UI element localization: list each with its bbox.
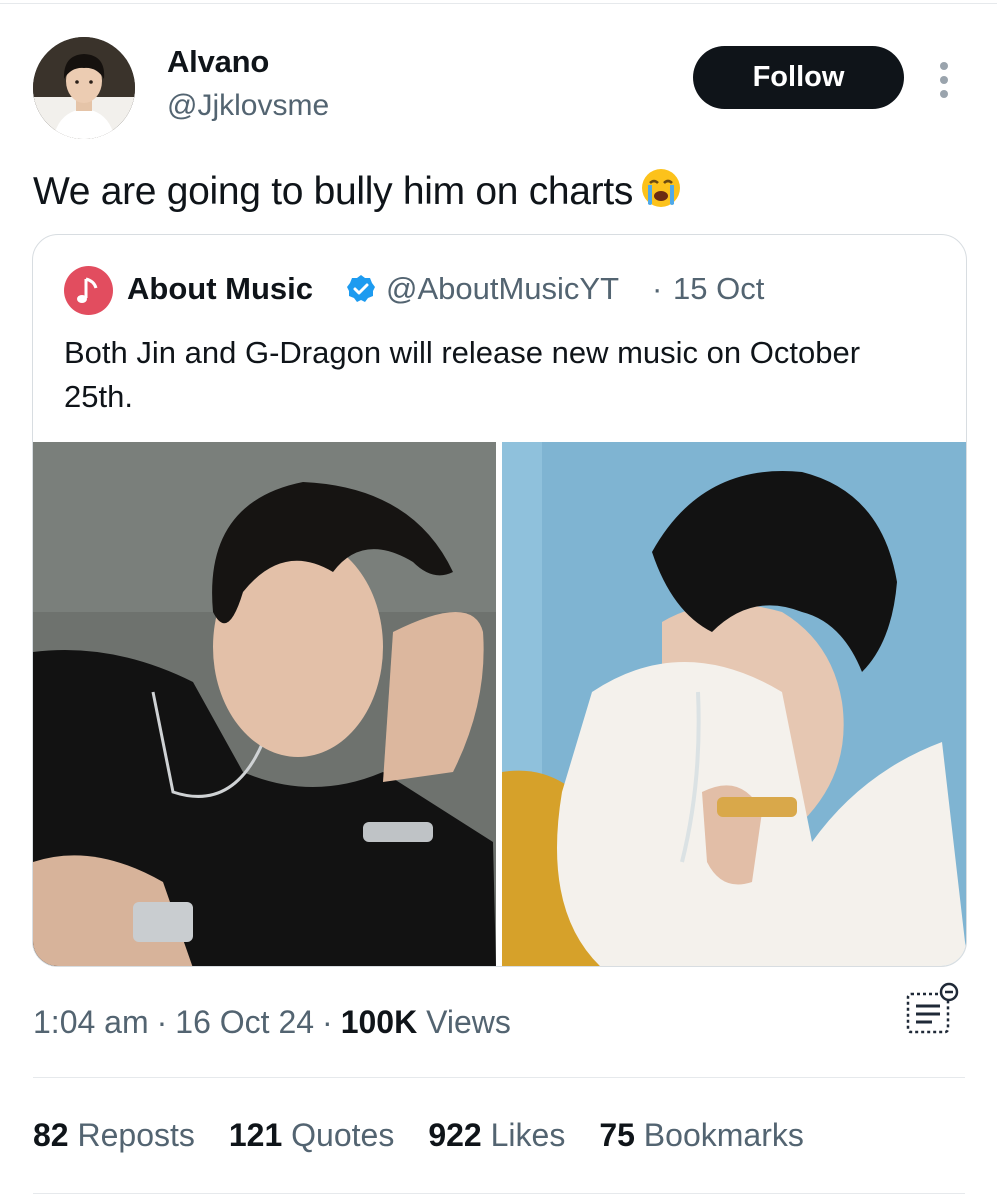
tweet-time[interactable]: 1:04 am: [33, 1004, 149, 1040]
reposts-label: Reposts: [77, 1117, 195, 1153]
tweet-text: We are going to bully him on charts: [33, 166, 683, 220]
quote-photo-jin[interactable]: [33, 442, 496, 966]
author-avatar[interactable]: [33, 37, 135, 139]
quote-author-handle[interactable]: @AboutMusicYT: [386, 271, 619, 307]
stats-divider-top: [33, 1077, 965, 1078]
engagement-stats: 82 Reposts 121 Quotes 922 Likes 75 Bookm…: [33, 1117, 804, 1154]
quotes-stat[interactable]: 121 Quotes: [229, 1117, 394, 1154]
meta-separator: ·: [156, 1004, 168, 1040]
quote-avatar[interactable]: [64, 266, 113, 315]
reposts-stat[interactable]: 82 Reposts: [33, 1117, 195, 1154]
tweet-text-content: We are going to bully him on charts: [33, 170, 634, 213]
music-note-icon: [77, 277, 98, 303]
verified-badge-icon: [345, 273, 377, 305]
views-label: Views: [426, 1004, 511, 1040]
quote-author-name[interactable]: About Music: [127, 271, 313, 307]
follow-button[interactable]: Follow: [693, 46, 904, 109]
tweet-date[interactable]: 16 Oct 24: [175, 1004, 314, 1040]
quote-date[interactable]: 15 Oct: [673, 271, 764, 307]
more-options-icon[interactable]: [930, 60, 958, 100]
reposts-count: 82: [33, 1117, 69, 1153]
tweet-meta: 1:04 am · 16 Oct 24 · 100K Views: [33, 1004, 511, 1041]
meta-separator: ·: [322, 1004, 333, 1040]
quoted-tweet-card[interactable]: About Music @AboutMusicYT · 15 Oct Both …: [32, 234, 967, 967]
author-handle[interactable]: @Jjklovsme: [167, 89, 329, 123]
bookmarks-label: Bookmarks: [643, 1117, 804, 1153]
analytics-icon[interactable]: [902, 980, 962, 1040]
quote-separator: ·: [652, 271, 663, 306]
quote-photo-gdragon[interactable]: [502, 442, 966, 966]
likes-stat[interactable]: 922 Likes: [428, 1117, 565, 1154]
top-divider: [0, 3, 997, 4]
stats-divider-bottom: [33, 1193, 965, 1194]
quotes-count: 121: [228, 1117, 283, 1153]
likes-count: 922: [428, 1117, 482, 1153]
quotes-label: Quotes: [291, 1117, 395, 1153]
views-count: 100K: [340, 1004, 418, 1040]
author-name[interactable]: Alvano: [167, 44, 269, 80]
bookmarks-stat[interactable]: 75 Bookmarks: [599, 1117, 804, 1154]
likes-label: Likes: [490, 1117, 566, 1153]
quote-text: Both Jin and G-Dragon will release new m…: [64, 335, 861, 414]
loudly-crying-face-icon: [639, 166, 683, 220]
bookmarks-count: 75: [599, 1117, 635, 1153]
